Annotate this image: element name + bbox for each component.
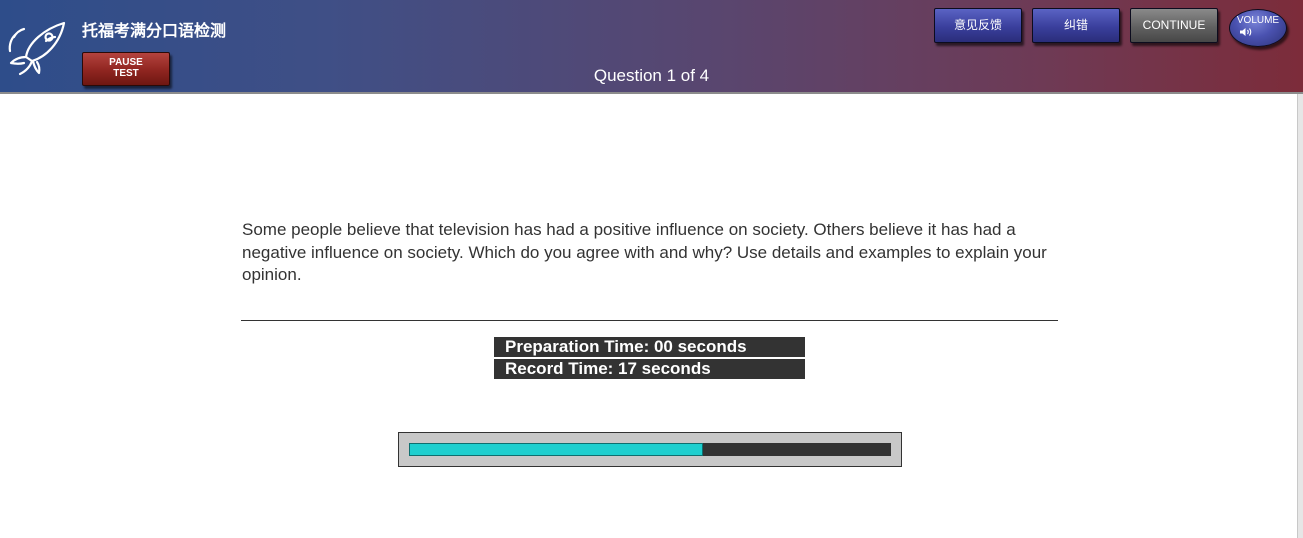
speaker-icon [1240, 28, 1252, 36]
toefl-speaking-test-page: 托福考满分口语检测 PAUSE TEST Question 1 of 4 意见反… [0, 0, 1303, 538]
header-bar: 托福考满分口语检测 PAUSE TEST Question 1 of 4 意见反… [0, 0, 1303, 94]
question-counter: Question 1 of 4 [593, 66, 710, 85]
volume-button[interactable]: VOLUME [1229, 9, 1287, 47]
feedback-button[interactable]: 意见反馈 [934, 8, 1022, 43]
prompt-divider [241, 320, 1058, 321]
app-title: 托福考满分口语检测 [82, 21, 227, 40]
volume-label: VOLUME [1236, 15, 1280, 26]
preparation-time-display: Preparation Time: 00 seconds [494, 337, 805, 357]
speaking-prompt: Some people believe that television has … [242, 220, 1047, 284]
progress-fill [409, 443, 704, 456]
record-time-display: Record Time: 17 seconds [494, 359, 805, 379]
error-correction-button[interactable]: 纠错 [1032, 8, 1120, 43]
window-right-edge [1297, 94, 1303, 538]
progress-track [409, 443, 891, 456]
recording-progress-bar [398, 432, 902, 467]
continue-button[interactable]: CONTINUE [1130, 8, 1218, 43]
